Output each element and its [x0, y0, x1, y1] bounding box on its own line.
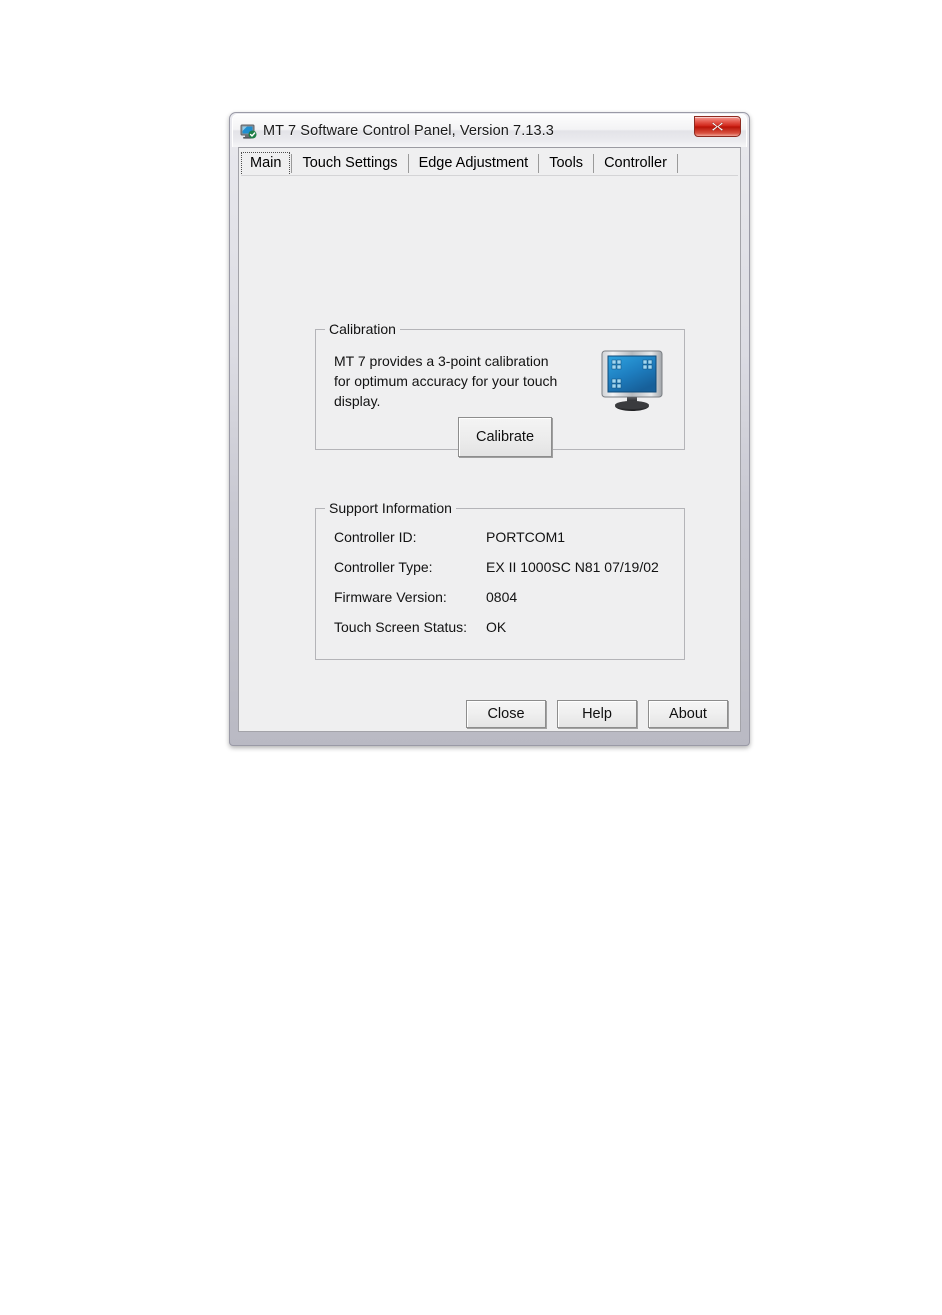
tab-touch-settings[interactable]: Touch Settings — [293, 152, 406, 176]
tab-divider — [593, 154, 595, 173]
tab-tools[interactable]: Tools — [540, 152, 592, 176]
support-information-group: Support Information Controller ID: PORTC… — [315, 500, 685, 660]
touch-monitor-icon — [598, 350, 670, 412]
tab-main[interactable]: Main — [241, 152, 291, 176]
calibrate-button-label: Calibrate — [475, 429, 535, 445]
tab-panel-main: Calibration MT 7 provides a 3-point cali… — [241, 175, 738, 729]
close-button[interactable] — [694, 116, 741, 137]
calibration-group-title: Calibration — [325, 321, 400, 337]
support-row: Firmware Version: 0804 — [334, 589, 674, 619]
close-button-label: Close — [487, 706, 525, 722]
close-dialog-button[interactable]: Close — [466, 700, 546, 728]
tab-divider — [676, 154, 678, 173]
dialog-button-row: Close Help About — [238, 698, 741, 742]
touch-screen-status-label: Touch Screen Status: — [334, 619, 468, 635]
controller-type-label: Controller Type: — [334, 559, 433, 575]
tab-strip: Main Touch Settings Edge Adjustment Tool… — [241, 151, 738, 176]
window-title: MT 7 Software Control Panel, Version 7.1… — [263, 123, 554, 139]
calibration-group: Calibration MT 7 provides a 3-point cali… — [315, 321, 685, 457]
about-button[interactable]: About — [648, 700, 728, 728]
tab-controller[interactable]: Controller — [595, 152, 676, 176]
mt7-control-panel-window: MT 7 Software Control Panel, Version 7.1… — [229, 112, 750, 746]
tab-label: Touch Settings — [302, 155, 398, 171]
support-row: Controller ID: PORTCOM1 — [334, 529, 674, 559]
support-info-rows: Controller ID: PORTCOM1 Controller Type:… — [334, 529, 674, 649]
firmware-version-value: 0804 — [486, 589, 518, 605]
calibration-description: MT 7 provides a 3-point calibration for … — [334, 353, 558, 409]
about-button-label: About — [669, 706, 707, 722]
touch-screen-status-value: OK — [486, 619, 507, 635]
client-area: Main Touch Settings Edge Adjustment Tool… — [238, 147, 741, 732]
tab-label: Main — [250, 155, 282, 171]
support-row: Touch Screen Status: OK — [334, 619, 674, 649]
close-icon — [711, 122, 724, 132]
tab-label: Edge Adjustment — [418, 155, 529, 171]
calibrate-button[interactable]: Calibrate — [458, 417, 552, 457]
help-button-label: Help — [582, 706, 612, 722]
controller-id-label: Controller ID: — [334, 529, 417, 545]
title-bar[interactable]: MT 7 Software Control Panel, Version 7.1… — [232, 114, 747, 147]
firmware-version-label: Firmware Version: — [334, 589, 447, 605]
tab-edge-adjustment[interactable]: Edge Adjustment — [410, 152, 538, 176]
monitor-app-icon — [240, 123, 257, 140]
tab-label: Tools — [549, 155, 584, 171]
tab-label: Controller — [604, 155, 667, 171]
help-button[interactable]: Help — [557, 700, 637, 728]
controller-id-value: PORTCOM1 — [486, 529, 566, 545]
tab-divider — [407, 154, 409, 173]
tab-divider — [291, 154, 293, 173]
support-row: Controller Type: EX II 1000SC N81 07/19/… — [334, 559, 674, 589]
support-group-title: Support Information — [325, 500, 456, 516]
controller-type-value: EX II 1000SC N81 07/19/02 — [486, 559, 659, 575]
tab-divider — [538, 154, 540, 173]
